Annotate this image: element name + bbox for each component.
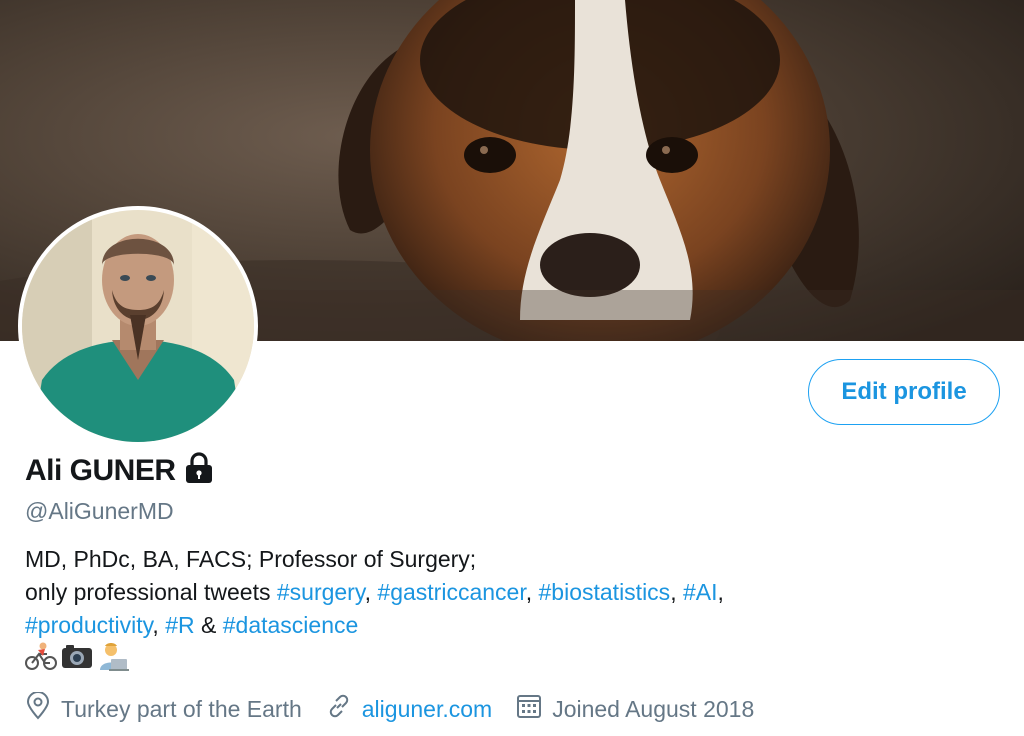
bio-comma: ,: [670, 579, 677, 605]
location-text: Turkey part of the Earth: [61, 695, 302, 722]
hashtag-link[interactable]: #productivity: [25, 612, 152, 638]
link-icon: [326, 693, 362, 725]
avatar[interactable]: [18, 206, 258, 446]
profile-name-row: Ali GUNER: [25, 452, 214, 489]
avatar-photo: [22, 210, 254, 442]
hashtag-link[interactable]: #datascience: [223, 612, 359, 638]
hashtag-link[interactable]: #surgery: [277, 579, 365, 605]
hashtag-link[interactable]: #R: [165, 612, 194, 638]
cyclist-icon: [25, 642, 57, 677]
bio-line-1: MD, PhDc, BA, FACS; Professor of Surgery…: [25, 546, 477, 572]
website-link[interactable]: aliguner.com: [362, 696, 492, 723]
joined-item: Joined August 2018: [516, 693, 754, 725]
bio-comma: ,: [364, 579, 372, 605]
bio-emoji-row: [25, 642, 129, 677]
bio-comma: ,: [717, 579, 724, 605]
website-item[interactable]: aliguner.com: [326, 693, 492, 725]
camera-icon: [61, 642, 93, 677]
profile-bio: MD, PhDc, BA, FACS; Professor of Surgery…: [25, 543, 1005, 642]
hashtag-link[interactable]: #biostatistics: [539, 579, 671, 605]
joined-text: Joined August 2018: [552, 695, 755, 722]
location-pin-icon: [25, 691, 61, 726]
calendar-icon: [516, 693, 552, 725]
bio-line-3: #productivity, #R & #datascience: [25, 609, 1005, 642]
bio-comma: ,: [525, 579, 533, 605]
lock-icon: [184, 452, 214, 489]
bio-comma: ,: [152, 612, 159, 638]
edit-profile-button[interactable]: Edit profile: [808, 359, 1000, 425]
bio-line-2: only professional tweets #surgery, #gast…: [25, 576, 1005, 609]
location-item: Turkey part of the Earth: [25, 691, 302, 726]
profile-handle: @AliGunerMD: [25, 498, 174, 524]
hashtag-link[interactable]: #gastriccancer: [377, 579, 525, 605]
bio-text: only professional tweets: [25, 579, 277, 605]
bio-ampersand: &: [201, 612, 217, 638]
display-name: Ali GUNER: [25, 453, 176, 487]
profile-meta: Turkey part of the Earth aliguner.com Jo…: [25, 691, 778, 726]
hashtag-link[interactable]: #AI: [683, 579, 718, 605]
technologist-icon: [97, 642, 129, 677]
